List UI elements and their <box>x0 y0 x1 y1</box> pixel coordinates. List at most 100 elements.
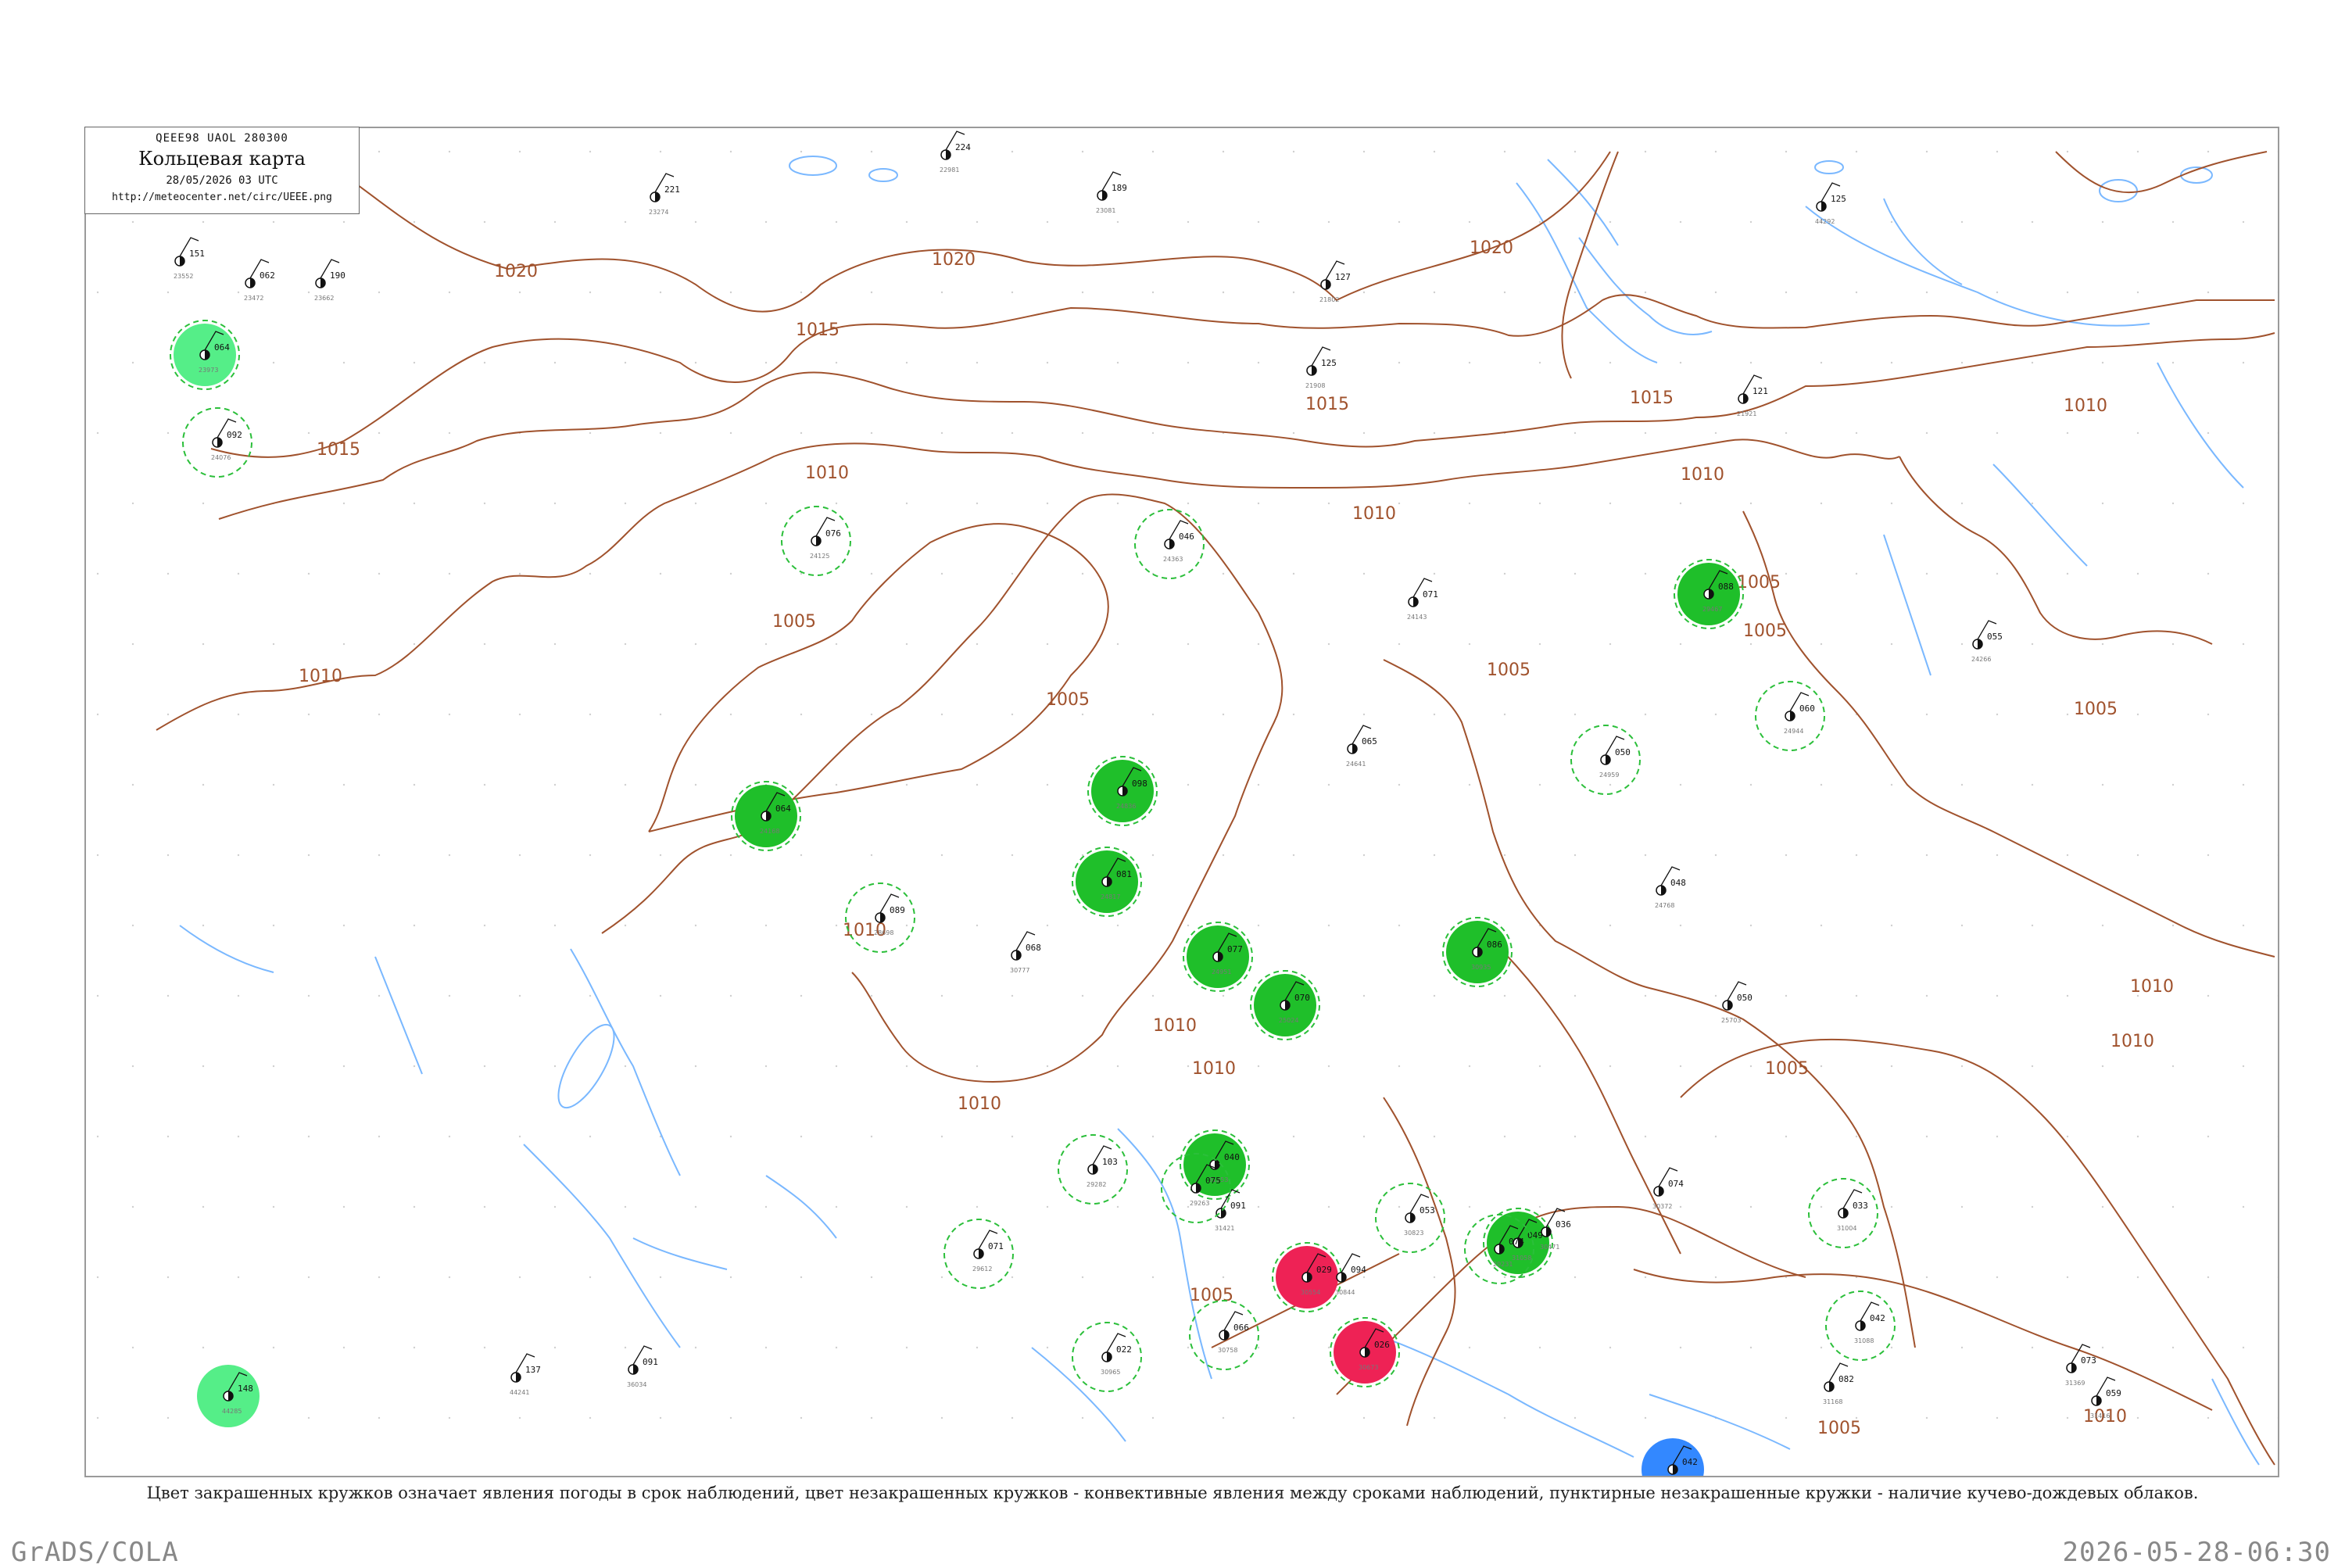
station-id: 24817 <box>1101 893 1120 900</box>
station-plot[interactable]: 07624125 <box>782 507 850 575</box>
station-plot[interactable]: 06830777 <box>1010 932 1041 974</box>
station-plot[interactable]: 12121921 <box>1737 375 1768 417</box>
station-plot[interactable]: 12521908 <box>1305 347 1337 389</box>
station-plot[interactable]: 06223472 <box>244 260 275 302</box>
graticule-dot <box>484 503 485 504</box>
graticule-dot <box>1609 925 1611 926</box>
graticule-dot <box>1293 151 1294 152</box>
station-plot[interactable]: 06423973 <box>170 320 239 389</box>
graticule-dot <box>730 432 732 434</box>
graticule-dot <box>1715 151 1717 152</box>
station-plot[interactable]: 10329282 <box>1058 1135 1127 1204</box>
station-plot[interactable]: 04031253 <box>1180 1130 1249 1199</box>
graticule-dot <box>1223 714 1224 715</box>
station-plot[interactable]: 08928698 <box>846 883 915 952</box>
graticule-dot <box>1645 995 1646 997</box>
station-plot[interactable]: 15123552 <box>174 238 205 280</box>
station-plot[interactable]: 07025024 <box>1251 971 1319 1040</box>
graticule-dot <box>1891 1206 1892 1208</box>
station-plot[interactable]: 06524641 <box>1346 725 1377 768</box>
isobar-label: 1005 <box>1190 1286 1233 1305</box>
station-plot[interactable]: 02930554 <box>1273 1243 1341 1312</box>
graticule-dot <box>976 221 978 223</box>
station-id: 29263 <box>1190 1200 1209 1207</box>
graticule-dot <box>1785 1136 1787 1137</box>
graticule-dot <box>730 854 732 856</box>
station-id: 29231 <box>1493 1261 1513 1268</box>
graticule-dot <box>238 292 239 293</box>
station-plot[interactable]: 22123274 <box>649 174 680 216</box>
station-plot[interactable]: 06024944 <box>1756 682 1824 750</box>
station-plot[interactable]: 09430844 <box>1335 1254 1366 1296</box>
station-plot[interactable]: 05330823 <box>1376 1183 1445 1252</box>
station-plot[interactable]: 02630673 <box>1330 1318 1399 1387</box>
graticule-dot <box>800 1276 802 1278</box>
station-pressure: 048 <box>1670 878 1686 888</box>
graticule-dot <box>554 1206 556 1208</box>
station-pressure: 082 <box>1838 1374 1854 1384</box>
station-id: 23472 <box>244 295 263 302</box>
graticule-dot <box>378 151 380 152</box>
graticule-dot <box>1574 432 1576 434</box>
graticule-dot <box>484 1206 485 1208</box>
station-plot[interactable]: 04231612 <box>1642 1438 1704 1476</box>
graticule-dot <box>1961 221 1963 223</box>
graticule-dot <box>554 503 556 504</box>
station-plot[interactable]: 19023662 <box>314 260 345 302</box>
graticule-dot <box>906 925 908 926</box>
graticule-dot <box>1469 503 1470 504</box>
graticule-dot <box>1047 1347 1048 1348</box>
map-source-url[interactable]: http://meteocenter.net/circ/UEEE.png <box>85 192 359 203</box>
graticule-dot <box>202 1206 204 1208</box>
graticule-dot <box>343 1347 345 1348</box>
station-plot[interactable]: 04824768 <box>1655 867 1686 909</box>
graticule-dot <box>202 1347 204 1348</box>
station-plot[interactable]: 05524266 <box>1971 621 2003 663</box>
station-plot[interactable]: 07430372 <box>1652 1168 1684 1210</box>
station-plot[interactable]: 09224076 <box>183 408 252 477</box>
station-plot[interactable]: 22422981 <box>940 131 971 174</box>
graticule-dot <box>2067 714 2068 715</box>
graticule-dot <box>1609 362 1611 363</box>
station-plot[interactable]: 04231088 <box>1826 1291 1895 1360</box>
graticule-dot <box>1504 1276 1505 1278</box>
station-plot[interactable]: 05025703 <box>1721 982 1752 1024</box>
station-plot[interactable]: 06630758 <box>1190 1301 1258 1369</box>
station-plot[interactable]: 09824836 <box>1088 757 1157 825</box>
graticule-dot <box>132 362 134 363</box>
station-plot[interactable]: 12544292 <box>1815 183 1846 225</box>
weather-map[interactable]: 1020 1020 1020 1015 1015 1015 1015 1010 … <box>86 128 2278 1476</box>
station-plot[interactable]: 07724951 <box>1183 922 1252 991</box>
station-plot[interactable]: 08124817 <box>1072 847 1141 916</box>
station-plot[interactable]: 03331004 <box>1809 1179 1878 1248</box>
station-plot[interactable]: 07129612 <box>944 1219 1013 1288</box>
graticule-dot <box>519 995 521 997</box>
station-plot[interactable]: 18923081 <box>1096 172 1127 214</box>
station-plot[interactable]: 08630935 <box>1443 918 1512 986</box>
graticule-dot <box>1856 854 1857 856</box>
station-plot[interactable]: 09136034 <box>627 1346 658 1388</box>
station-plot[interactable]: 08829467 <box>1674 560 1743 628</box>
graticule-dot <box>449 1136 450 1137</box>
station-plot[interactable]: 06424168 <box>732 782 800 850</box>
station-plot[interactable]: 04624363 <box>1135 510 1204 578</box>
graticule-dot <box>836 784 837 786</box>
graticule-dot <box>273 1347 274 1348</box>
graticule-dot <box>132 1065 134 1067</box>
station-pressure: 026 <box>1374 1340 1390 1350</box>
station-plot[interactable]: 12721802 <box>1319 261 1351 303</box>
graticule-dot <box>167 1417 169 1419</box>
graticule-dot <box>1434 151 1435 152</box>
graticule-dot <box>1996 432 1998 434</box>
station-id: 24944 <box>1784 728 1803 735</box>
graticule-dot <box>519 151 521 152</box>
graticule-dot <box>1996 151 1998 152</box>
station-plot[interactable]: 05024959 <box>1571 725 1640 794</box>
station-pressure: 121 <box>1752 386 1768 396</box>
station-plot[interactable]: 02230965 <box>1072 1323 1141 1391</box>
station-plot[interactable]: 13744241 <box>510 1354 541 1396</box>
station-plot[interactable]: 07124143 <box>1407 578 1438 621</box>
station-plot[interactable]: 14844285 <box>197 1365 260 1427</box>
isobar-label: 1015 <box>317 440 360 460</box>
station-plot[interactable]: 08231168 <box>1823 1363 1854 1405</box>
